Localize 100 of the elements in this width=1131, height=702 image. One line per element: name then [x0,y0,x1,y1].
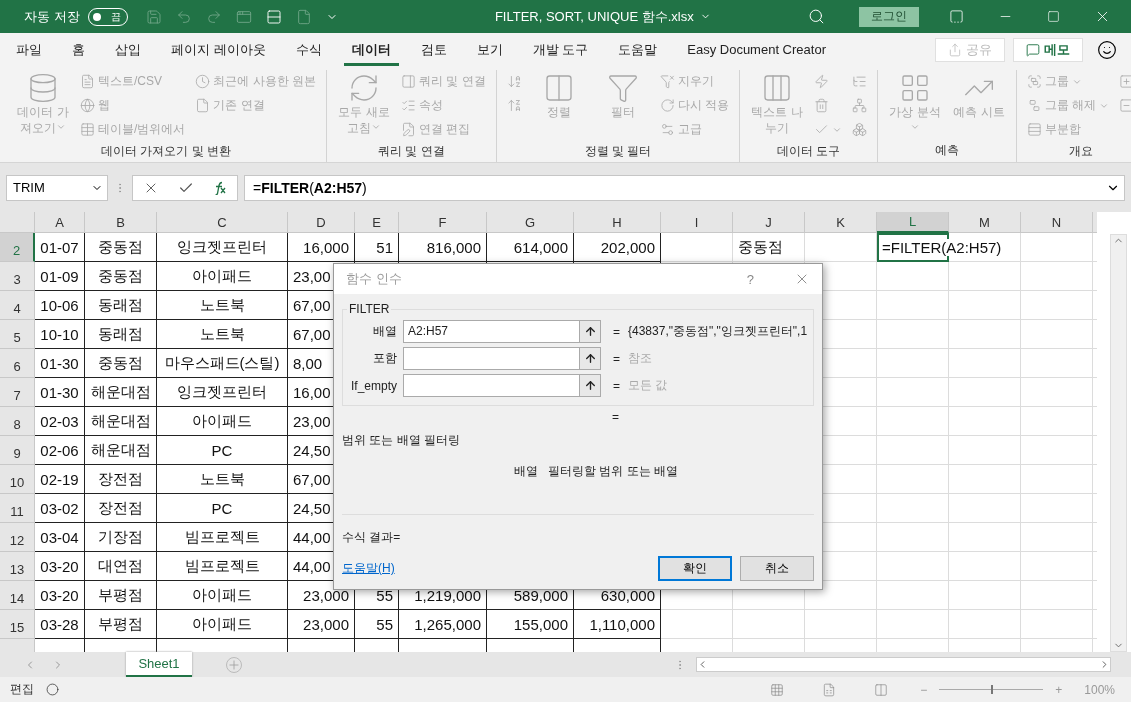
menu-tab[interactable]: 보기 [468,33,511,66]
column-header[interactable]: D [288,212,355,233]
collapse-dialog-icon[interactable] [579,375,600,396]
table-cell: 해운대점 [85,407,157,436]
table-cell: 잉크젯프린터 [157,233,288,262]
table-cell: 장전점 [85,465,157,494]
maximize-icon[interactable] [1047,10,1060,23]
argument-hint: 참조 [628,350,652,367]
column-header[interactable]: K [805,212,877,233]
function-icon[interactable] [213,180,228,195]
equals-sign: = [613,378,620,393]
table-cell [1021,552,1093,581]
menu-tab[interactable]: 수식 [287,33,330,66]
column-header[interactable]: M [949,212,1021,233]
menu-tab[interactable]: 개발 도구 [524,33,597,66]
collapse-dialog-icon[interactable] [579,348,600,369]
menu-tab[interactable]: 삽입 [107,33,149,66]
edit-file-icon [401,122,416,137]
column-header[interactable]: A [35,212,85,233]
row-header[interactable]: 10 [0,465,35,494]
table-cell [949,349,1021,378]
row-header[interactable]: 9 [0,436,35,465]
page-layout-icon[interactable] [822,682,837,697]
row-header[interactable]: 2 [0,233,35,262]
column-header[interactable]: F [399,212,487,233]
column-header[interactable]: B [85,212,157,233]
row-header[interactable]: 7 [0,378,35,407]
row-header[interactable]: 5 [0,320,35,349]
row-header[interactable]: 4 [0,291,35,320]
table-cell [1021,378,1093,407]
consolidate-icon [852,74,868,89]
zoom-thumb[interactable] [991,685,994,694]
comments-button[interactable]: 메모 [1013,37,1083,62]
table-cell [949,407,1021,436]
table-cell [1021,436,1093,465]
formula-field[interactable]: =FILTER(A2:H57) [244,174,1125,201]
row-header[interactable]: 3 [0,262,35,291]
group-icon [1027,74,1043,89]
clear-filter-icon [659,74,675,89]
row-header[interactable]: 6 [0,349,35,378]
column-header[interactable]: C [157,212,288,233]
row-header[interactable]: 13 [0,552,35,581]
login-button[interactable]: 로그인 [859,6,919,27]
column-header[interactable]: L [877,212,949,233]
menu-tab[interactable]: 홈 [64,33,93,66]
row-header[interactable]: 8 [0,407,35,436]
vertical-scrollbar[interactable] [1110,234,1127,652]
argument-label: 포함 [372,350,398,367]
row-header[interactable]: 14 [0,581,35,610]
help-button[interactable]: ? [746,271,754,287]
file-icon [195,98,211,113]
cell-text[interactable]: =FILTER(A2:H57) [882,238,1004,256]
row-header[interactable]: 12 [0,523,35,552]
page-break-icon[interactable] [874,682,889,697]
smiley-icon[interactable] [1097,39,1117,60]
table-cell [877,610,949,639]
argument-field[interactable] [403,347,601,370]
normal-view-icon[interactable] [770,682,785,697]
ok-button[interactable]: 확인 [658,556,732,581]
ribbon-display-icon[interactable] [949,9,964,24]
table-cell: 부평점 [85,610,157,639]
table-cell: 03-20 [35,581,85,610]
table-cell: 기장점 [85,523,157,552]
group-label: 개요 [1067,143,1094,160]
column-header[interactable]: H [574,212,661,233]
row-header[interactable]: 11 [0,494,35,523]
name-box[interactable]: TRIM [6,174,108,201]
select-all-corner[interactable] [0,212,35,233]
argument-description: 필터링할 범위 또는 배열 [548,463,678,480]
row-header[interactable]: 15 [0,610,35,639]
horizontal-scrollbar[interactable] [696,657,1111,672]
argument-field[interactable]: A2:H57 [403,320,601,343]
argument-field[interactable] [403,374,601,397]
table-cell: 02-03 [35,407,85,436]
group-label: 데이터 가져오기 및 변환 [100,143,232,160]
collapse-dialog-icon[interactable] [579,321,600,342]
menu-tab[interactable]: 도움말 [610,33,666,66]
macro-record-icon[interactable] [46,683,59,696]
column-header[interactable]: E [355,212,399,233]
group-label: 예측 [934,142,961,159]
table-cell: 아이패드 [157,407,288,436]
search-icon[interactable] [808,8,825,25]
new-file-icon[interactable] [295,8,312,25]
table-cell [1021,407,1093,436]
menu-tab[interactable]: Easy Document Creator [679,33,834,66]
table-cell: 아이패드 [157,610,288,639]
sort-ascending-icon [506,74,522,89]
column-header[interactable]: G [487,212,574,233]
column-header[interactable]: N [1021,212,1093,233]
menu-tab[interactable]: 페이지 레이아웃 [163,33,274,66]
cancel-button[interactable]: 취소 [740,556,814,581]
column-header[interactable]: J [733,212,805,233]
redo-icon[interactable] [205,8,222,25]
menu-tab[interactable]: 검토 [412,33,455,66]
column-header[interactable]: I [661,212,733,233]
save-icon[interactable] [145,8,162,25]
undo-icon[interactable] [175,8,192,25]
menu-tab[interactable]: 파일 [8,33,50,66]
form-icon[interactable] [265,8,282,25]
sheet-tab[interactable]: Sheet1 [126,652,192,677]
